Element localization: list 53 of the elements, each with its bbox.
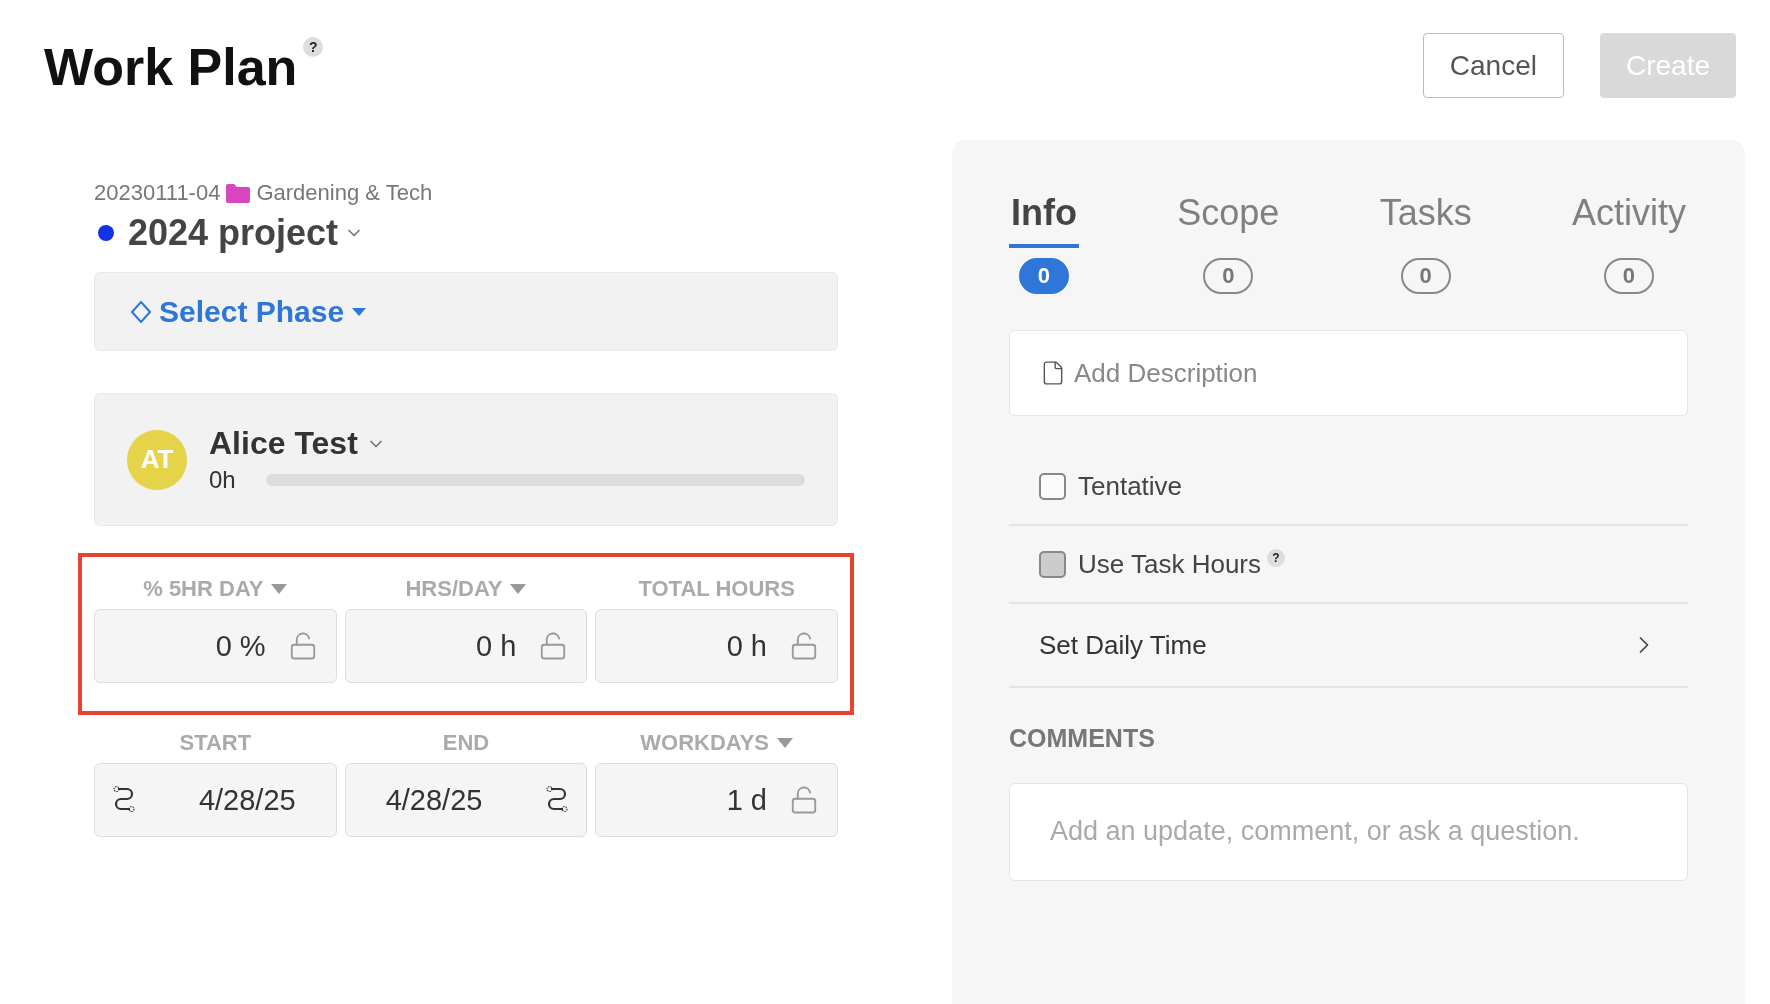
field-value: 1 d xyxy=(726,783,767,817)
number-field[interactable]: 0 h xyxy=(595,609,838,683)
caret-icon[interactable] xyxy=(271,584,288,594)
number-field[interactable]: 0 % xyxy=(94,609,337,683)
date-field[interactable]: 4/28/25 xyxy=(344,763,588,837)
caret-icon[interactable] xyxy=(777,738,794,748)
diamond-icon xyxy=(131,300,151,323)
avatar: AT xyxy=(127,429,187,490)
tab[interactable]: Activity xyxy=(1570,192,1688,248)
tab[interactable]: Scope xyxy=(1175,192,1282,248)
caret-icon xyxy=(352,307,367,316)
page-title: Work Plan xyxy=(44,37,298,97)
field-label: START xyxy=(179,730,252,756)
project-code: 20230111-04 xyxy=(94,180,221,206)
comment-field[interactable]: Add an update, comment, or ask a question. xyxy=(1009,783,1688,881)
count-badge: 0 xyxy=(1019,258,1069,294)
date-field[interactable]: 4/28/25 xyxy=(94,763,337,837)
tab[interactable]: Tasks xyxy=(1377,192,1474,248)
member-name[interactable]: Alice Test xyxy=(209,425,358,462)
portfolio-name: Gardening & Tech xyxy=(256,180,433,206)
field-value: 0 h xyxy=(726,629,767,663)
folder-icon xyxy=(226,183,251,203)
field-label: HRS/DAY xyxy=(405,576,503,602)
checkbox-label: Tentative xyxy=(1078,470,1183,502)
description-field[interactable]: Add Description xyxy=(1009,330,1688,416)
field-label: TOTAL HOURS xyxy=(638,576,795,602)
link-icon[interactable] xyxy=(113,785,135,815)
unlocked-icon[interactable] xyxy=(789,785,819,815)
number-field[interactable]: 0 h xyxy=(344,609,588,683)
field-value: 0 % xyxy=(215,629,266,663)
field-label: END xyxy=(442,730,490,756)
checkbox[interactable] xyxy=(1039,472,1066,500)
count-badge: 0 xyxy=(1203,258,1254,294)
count-badge: 0 xyxy=(1400,258,1451,294)
field-value: 4/28/25 xyxy=(198,783,296,817)
field-label: WORKDAYS xyxy=(640,730,770,756)
count-badge: 0 xyxy=(1604,258,1654,294)
select-phase-button[interactable]: Select Phase xyxy=(131,294,367,329)
link-icon[interactable] xyxy=(546,785,569,815)
number-field[interactable]: 1 d xyxy=(595,763,838,837)
field-value: 4/28/25 xyxy=(385,783,483,817)
unlocked-icon[interactable] xyxy=(789,631,819,661)
help-icon[interactable]: ? xyxy=(303,37,324,57)
checkbox-label: Use Task Hours xyxy=(1078,548,1262,580)
member-hours: 0h xyxy=(209,466,236,494)
tab[interactable]: Info xyxy=(1009,192,1079,248)
cancel-button[interactable]: Cancel xyxy=(1422,33,1564,98)
project-name[interactable]: 2024 project xyxy=(128,212,339,254)
set-daily-time-row[interactable]: Set Daily Time xyxy=(1009,604,1688,688)
section-heading: COMMENTS xyxy=(1009,724,1156,753)
field-label: % 5HR DAY xyxy=(143,576,264,602)
field-value: 0 h xyxy=(476,629,517,663)
caret-icon[interactable] xyxy=(510,584,527,594)
